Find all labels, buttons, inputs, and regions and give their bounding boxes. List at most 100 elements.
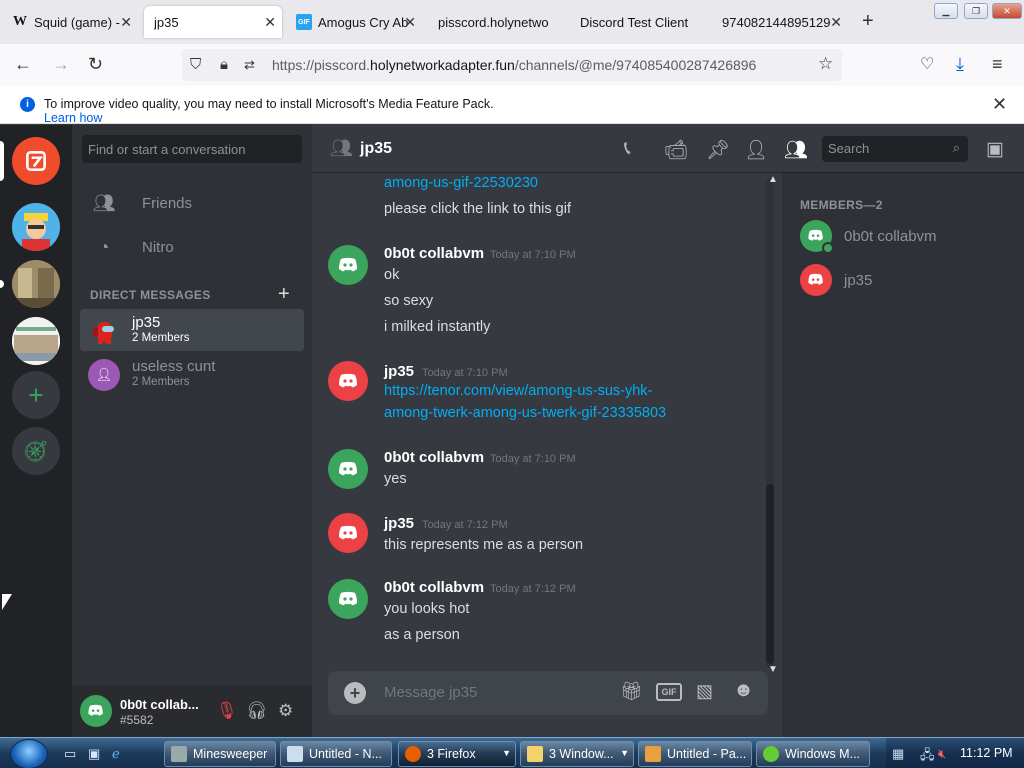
author-avatar[interactable] [328, 449, 368, 489]
tab-amogus-cry[interactable]: GIF Amogus Cry Ab ✕ [286, 6, 422, 38]
author-avatar[interactable] [328, 513, 368, 553]
message-timestamp: Today at 7:12 PM [422, 519, 508, 531]
headphones-icon[interactable]: 🎧︎ [246, 701, 268, 721]
message-link[interactable]: among-twerk-among-us-twerk-gif-23335803 [384, 405, 666, 421]
folder-icon [527, 746, 543, 762]
menu-icon[interactable]: ≡ [992, 54, 1003, 75]
nitro-nav-item[interactable]: ◔ Nitro [82, 226, 302, 268]
chevron-down-icon: ▼ [502, 748, 511, 758]
author-name[interactable]: jp35 [384, 363, 414, 380]
gif-picker-button[interactable]: GIF [656, 683, 682, 701]
scroll-down-arrow-icon[interactable]: ▼ [768, 664, 778, 675]
mute-microphone-icon[interactable]: 🎙︎ [216, 701, 238, 721]
close-tab-icon[interactable]: ✕ [404, 14, 416, 31]
member-list-icon[interactable]: 👥︎ [784, 138, 808, 162]
close-tab-icon[interactable]: ✕ [120, 14, 132, 31]
taskbar-windows-media[interactable]: Windows M... [756, 741, 870, 767]
tab-channel-id[interactable]: 974082144895129178 ✕ [712, 6, 848, 38]
server-icon-group-photo[interactable] [12, 317, 60, 365]
author-avatar[interactable] [328, 245, 368, 285]
group-photo-icon [12, 317, 60, 365]
friends-nav-item[interactable]: 👥︎ Friends [82, 182, 302, 224]
scroll-up-arrow-icon[interactable]: ▲ [768, 174, 778, 185]
forward-icon[interactable]: → [52, 54, 70, 75]
close-notification-icon[interactable]: ✕ [992, 94, 1007, 115]
bookmark-star-icon[interactable]: ☆ [818, 54, 833, 74]
dm-item-useless-cunt[interactable]: 👤︎ useless cunt 2 Members [80, 353, 304, 395]
server-icon-cartoon[interactable] [12, 203, 60, 251]
message-composer[interactable]: + Message jp35 🎁︎ GIF ▧ ☻ [328, 671, 768, 715]
user-avatar[interactable] [80, 695, 112, 727]
message-link[interactable]: https://tenor.com/view/among-us-sus-yhk- [384, 383, 652, 399]
explore-servers-button[interactable]: 🧭︎ [12, 427, 60, 475]
author-name[interactable]: 0b0t collabvm [384, 579, 484, 596]
channel-title: jp35 [360, 140, 393, 157]
member-item[interactable]: 0b0t collabvm [800, 216, 1000, 256]
author-avatar[interactable] [328, 579, 368, 619]
create-dm-icon[interactable]: + [278, 283, 290, 306]
shield-icon[interactable]: ⛉ [190, 56, 201, 73]
dm-sidebar: Find or start a conversation 👥︎ Friends … [72, 125, 312, 737]
clock[interactable]: 11:12 PM [960, 746, 1013, 760]
author-name[interactable]: 0b0t collabvm [384, 449, 484, 466]
inbox-icon[interactable]: ▣ [986, 138, 1004, 161]
volume-muted-icon[interactable]: 🔇︎ [938, 746, 946, 762]
maximize-icon[interactable]: ❐ [964, 3, 988, 19]
message-input-placeholder[interactable]: Message jp35 [384, 684, 477, 701]
message-link[interactable]: among-us-gif-22530230 [384, 175, 538, 191]
show-desktop-icon[interactable]: ▭ [64, 746, 76, 762]
tab-discord-test-client[interactable]: Discord Test Client [570, 6, 710, 38]
taskbar-firefox[interactable]: 3 Firefox ▼ [398, 741, 516, 767]
sticker-icon[interactable]: ▧ [696, 681, 713, 702]
message-text: so sexy [384, 293, 434, 309]
add-friends-to-dm-icon[interactable]: 👤︎ [744, 138, 768, 162]
tray-app-icon[interactable]: ▦ [892, 746, 904, 762]
minimize-icon[interactable]: ▁ [934, 3, 958, 19]
author-name[interactable]: jp35 [384, 515, 414, 532]
close-window-icon[interactable]: ✕ [992, 3, 1022, 19]
lock-icon[interactable]: 🔒︎ [220, 56, 228, 73]
url-text[interactable]: https://pisscord.holynetworkadapter.fun/… [272, 57, 756, 73]
taskbar-notepad[interactable]: Untitled - N... [280, 741, 392, 767]
home-button[interactable] [12, 137, 60, 185]
close-tab-icon[interactable]: ✕ [830, 14, 842, 31]
new-tab-icon[interactable]: + [862, 10, 874, 33]
start-voice-call-icon[interactable]: 📞︎ [624, 138, 631, 160]
taskbar-paint[interactable]: Untitled - Pa... [638, 741, 752, 767]
pocket-icon[interactable]: ♡ [920, 54, 934, 74]
start-button[interactable] [10, 739, 48, 768]
close-tab-icon[interactable]: ✕ [264, 14, 276, 31]
download-icon[interactable]: ⤓ [956, 54, 964, 75]
taskbar-minesweeper[interactable]: Minesweeper [164, 741, 276, 767]
photo-server-icon [12, 260, 60, 308]
learn-how-link[interactable]: Learn how [44, 111, 102, 125]
compass-icon: 🧭︎ [23, 440, 49, 463]
emoji-icon[interactable]: ☻ [733, 679, 754, 702]
server-icon-photo[interactable] [12, 260, 60, 308]
add-server-button[interactable]: + [12, 371, 60, 419]
taskbar-explorer[interactable]: 3 Window... ▼ [520, 741, 634, 767]
message-scrollbar-thumb[interactable] [766, 484, 774, 664]
start-video-call-icon[interactable]: 📹︎ [664, 138, 688, 162]
author-name[interactable]: 0b0t collabvm [384, 245, 484, 262]
back-icon[interactable]: ← [14, 54, 32, 75]
find-conversation-input[interactable]: Find or start a conversation [82, 135, 302, 163]
dm-item-jp35[interactable]: jp35 2 Members [80, 309, 304, 351]
settings-gear-icon[interactable]: ⚙ [278, 701, 293, 721]
tab-squid-game[interactable]: W Squid (game) - ✕ [2, 6, 138, 38]
search-input[interactable]: Search ⌕ [822, 136, 968, 162]
member-item[interactable]: jp35 [800, 260, 1000, 300]
address-bar[interactable]: ⛉ 🔒︎ ⇄ https://pisscord.holynetworkadapt… [182, 49, 842, 81]
window-switcher-icon[interactable]: ▣ [88, 746, 100, 762]
pinned-messages-icon[interactable]: 📌︎ [706, 138, 730, 162]
tab-pisscord[interactable]: pisscord.holynetwo [428, 6, 564, 38]
upload-plus-icon[interactable]: + [344, 682, 366, 704]
permissions-icon[interactable]: ⇄ [244, 57, 255, 73]
author-avatar[interactable] [328, 361, 368, 401]
notification-text: To improve video quality, you may need t… [44, 97, 494, 111]
tab-jp35[interactable]: jp35 ✕ [144, 6, 282, 38]
gift-icon[interactable]: 🎁︎ [620, 681, 643, 702]
internet-explorer-icon[interactable]: ℯ [112, 746, 120, 762]
reload-icon[interactable]: ↻ [88, 54, 103, 75]
network-icon[interactable]: 🖧︎ [920, 746, 935, 768]
